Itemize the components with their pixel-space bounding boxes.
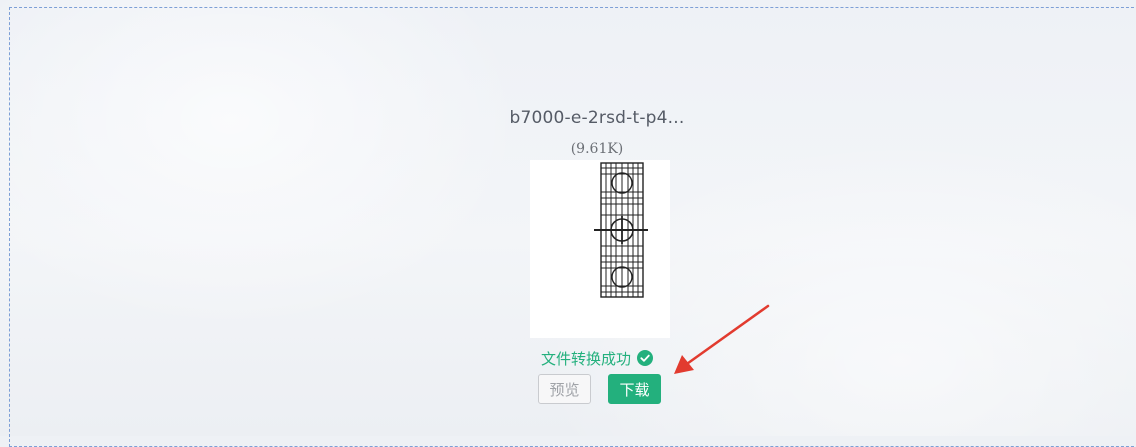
check-circle-icon <box>637 350 653 366</box>
file-card: b7000-e-2rsd-t-p4... (9.61K) 文件转换成功 预览 下… <box>497 104 697 414</box>
bearing-drawing <box>594 162 648 298</box>
upload-panel: b7000-e-2rsd-t-p4... (9.61K) 文件转换成功 预览 下… <box>0 0 1136 447</box>
file-actions: 预览 下载 <box>538 374 661 406</box>
file-name: b7000-e-2rsd-t-p4... <box>509 108 685 128</box>
download-button[interactable]: 下载 <box>608 374 661 404</box>
conversion-status: 文件转换成功 <box>497 346 697 370</box>
preview-button[interactable]: 预览 <box>538 374 591 404</box>
red-arrow-icon <box>674 304 770 374</box>
file-thumbnail <box>530 160 670 338</box>
status-text: 文件转换成功 <box>540 349 631 368</box>
file-size: (9.61K) <box>570 141 624 157</box>
